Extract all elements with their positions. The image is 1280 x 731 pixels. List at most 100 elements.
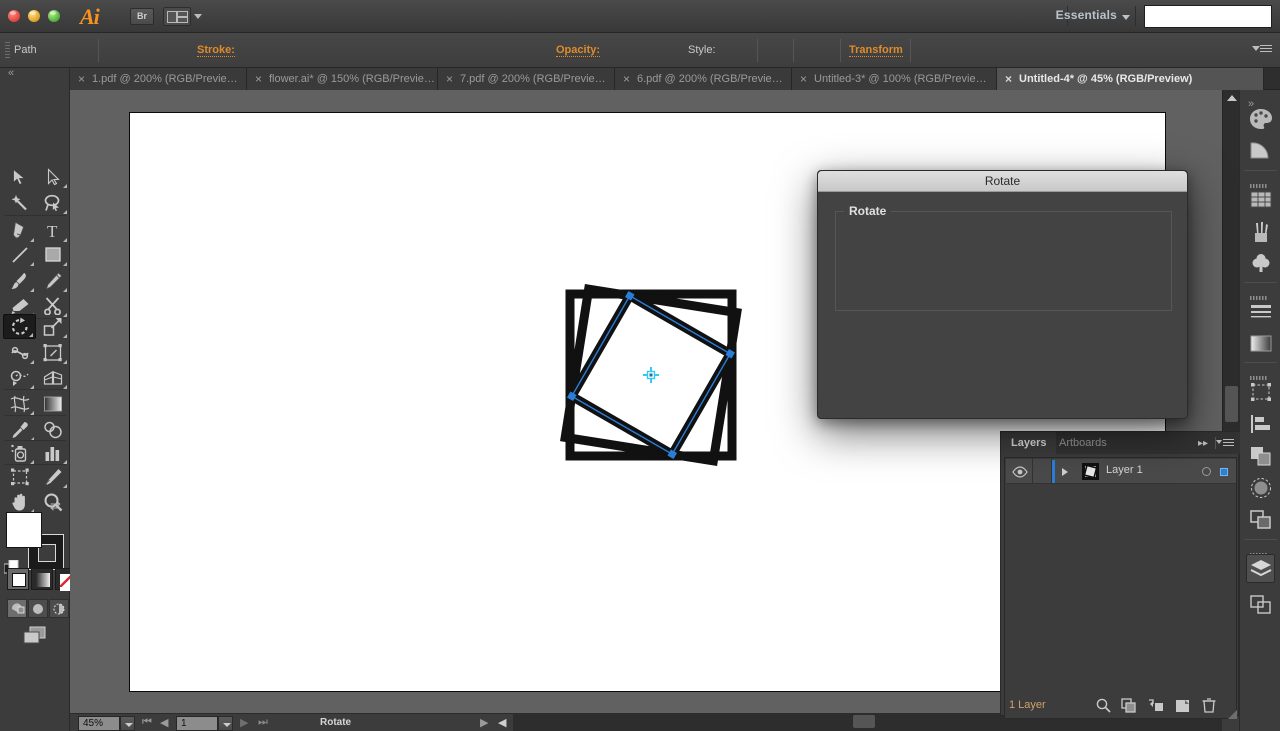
shape-builder-tool[interactable] — [3, 365, 36, 390]
change-screen-mode-button[interactable] — [22, 625, 48, 645]
scroll-up-arrow-icon[interactable] — [1227, 95, 1237, 101]
status-indicator-text[interactable]: Rotate — [320, 717, 351, 728]
color-guide-icon[interactable] — [1246, 136, 1275, 165]
create-new-sublayer-icon[interactable] — [1148, 698, 1164, 714]
zoom-level-value[interactable]: 45% — [78, 716, 120, 731]
symbols-icon[interactable] — [1246, 249, 1275, 278]
bridge-button[interactable]: Br — [130, 8, 154, 25]
artboard-tool[interactable] — [3, 464, 36, 489]
opacity-label[interactable]: Opacity: — [556, 44, 601, 57]
chevron-right-icon[interactable] — [1062, 468, 1068, 476]
layer-row[interactable]: Layer 1 — [1006, 459, 1236, 484]
draw-normal-button[interactable] — [7, 599, 27, 618]
magic-wand-tool[interactable] — [3, 190, 36, 215]
next-artboard-button[interactable]: ▶ — [240, 716, 248, 729]
horizontal-scroll-thumb[interactable] — [853, 715, 875, 728]
minimize-window-button[interactable] — [28, 10, 40, 22]
document-tab-1[interactable]: × 1.pdf @ 200% (RGB/Previe… — [70, 68, 247, 90]
layers-panel-icon[interactable] — [1246, 554, 1275, 583]
blend-tool[interactable] — [36, 417, 69, 442]
artwork-squares[interactable] — [550, 280, 770, 490]
gradient-icon[interactable] — [1246, 329, 1275, 358]
stroke-label[interactable]: Stroke: — [197, 44, 235, 57]
search-input[interactable] — [1144, 5, 1272, 28]
draw-behind-button[interactable] — [28, 599, 48, 618]
close-icon[interactable]: × — [800, 68, 807, 90]
width-tool[interactable] — [3, 340, 36, 365]
transform-link[interactable]: Transform — [849, 44, 903, 57]
color-panel-icon[interactable] — [1246, 104, 1275, 133]
document-tab-5[interactable]: × Untitled-3* @ 100% (RGB/Previe… — [792, 68, 997, 90]
status-menu-button[interactable]: ▶ — [480, 716, 488, 729]
artboard-number-value[interactable]: 1 — [176, 716, 218, 731]
direct-selection-tool[interactable] — [36, 164, 69, 189]
document-tab-3[interactable]: × 7.pdf @ 200% (RGB/Previe… — [438, 68, 615, 90]
tools-panel-grip[interactable] — [6, 67, 64, 79]
pathfinder-icon[interactable] — [1246, 441, 1275, 470]
document-tab-4[interactable]: × 6.pdf @ 200% (RGB/Previe… — [615, 68, 792, 90]
document-tab-2[interactable]: × flower.ai* @ 150% (RGB/Previe… — [247, 68, 438, 90]
transparency-icon[interactable] — [1246, 473, 1275, 502]
arrange-documents-button[interactable] — [163, 7, 191, 26]
control-bar-grip[interactable] — [5, 42, 10, 59]
mesh-tool[interactable] — [3, 391, 36, 416]
brushes-icon[interactable] — [1246, 217, 1275, 246]
gradient-tool[interactable] — [36, 391, 69, 416]
hand-tool[interactable] — [3, 489, 36, 514]
create-new-layer-icon[interactable] — [1175, 698, 1191, 714]
symbol-sprayer-tool[interactable] — [3, 440, 36, 465]
panel-resize-grip[interactable] — [1228, 706, 1237, 719]
close-icon[interactable]: × — [446, 68, 453, 90]
first-artboard-button[interactable]: ⏮ — [142, 716, 152, 729]
swap-fill-stroke-icon[interactable]: ⇄ — [50, 498, 61, 514]
artboards-panel-icon[interactable] — [1246, 590, 1275, 619]
status-resize-handle[interactable]: ◀ — [498, 716, 506, 729]
chevron-down-icon[interactable] — [1122, 15, 1130, 20]
fill-color-indicator[interactable] — [6, 512, 42, 548]
locate-object-icon[interactable] — [1096, 698, 1112, 714]
swatches-icon[interactable] — [1246, 185, 1275, 214]
rotate-tool[interactable] — [3, 314, 36, 339]
lasso-tool[interactable] — [36, 190, 69, 215]
layer-selection-square[interactable] — [1220, 468, 1228, 476]
artboard-number-dropdown[interactable] — [218, 716, 233, 731]
selection-tool[interactable] — [3, 164, 36, 189]
column-graph-tool[interactable] — [36, 440, 69, 465]
layer-target-indicator[interactable] — [1202, 467, 1211, 476]
control-panel-menu-button[interactable] — [1252, 45, 1272, 54]
vertical-scroll-thumb[interactable] — [1225, 386, 1238, 422]
document-tab-6-active[interactable]: × Untitled-4* @ 45% (RGB/Preview) — [997, 68, 1264, 90]
close-icon[interactable]: × — [623, 68, 630, 90]
gradient-fill-button[interactable] — [31, 568, 53, 590]
close-window-button[interactable] — [8, 10, 20, 22]
previous-artboard-button[interactable]: ◀ — [160, 716, 168, 729]
chevron-down-icon[interactable] — [194, 14, 202, 19]
appearance-icon[interactable] — [1246, 505, 1275, 534]
draw-inside-button[interactable] — [49, 599, 69, 618]
type-tool[interactable]: T — [36, 218, 69, 243]
delete-selection-icon[interactable] — [1202, 698, 1218, 714]
layers-panel-menu-button[interactable] — [1216, 439, 1234, 446]
align-icon[interactable] — [1246, 409, 1275, 438]
last-artboard-button[interactable]: ⏭ — [258, 716, 268, 729]
pen-tool[interactable] — [3, 218, 36, 243]
slice-tool[interactable] — [36, 464, 69, 489]
expand-panel-icon[interactable]: ▸▸ — [1198, 438, 1208, 449]
scale-tool[interactable] — [36, 314, 69, 339]
zoom-level-dropdown[interactable] — [120, 716, 135, 731]
close-icon[interactable]: × — [255, 68, 262, 90]
free-transform-tool[interactable] — [36, 340, 69, 365]
transform-panel-icon[interactable] — [1246, 377, 1275, 406]
workspace-switcher[interactable]: Essentials — [1056, 8, 1117, 22]
tab-artboards[interactable]: Artboards — [1049, 432, 1117, 454]
layers-list[interactable]: Layer 1 — [1004, 457, 1237, 719]
eye-icon[interactable] — [1012, 465, 1028, 483]
paintbrush-tool[interactable] — [3, 268, 36, 293]
eyedropper-tool[interactable] — [3, 417, 36, 442]
pencil-tool[interactable] — [36, 268, 69, 293]
line-segment-tool[interactable] — [3, 242, 36, 267]
close-icon[interactable]: × — [1005, 68, 1012, 90]
color-fill-button[interactable] — [7, 568, 29, 590]
maximize-window-button[interactable] — [48, 10, 60, 22]
make-clipping-mask-icon[interactable] — [1121, 698, 1137, 714]
